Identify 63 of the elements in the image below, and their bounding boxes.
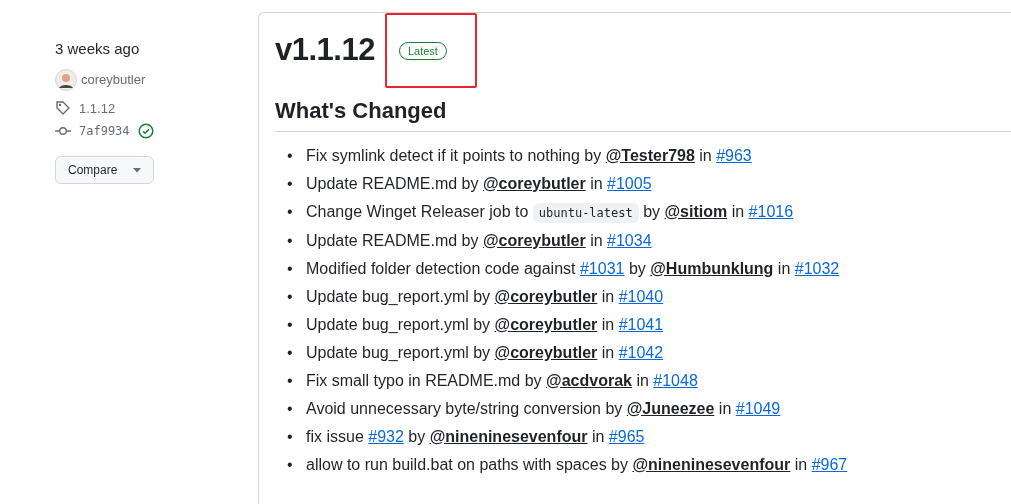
change-item: fix issue #932 by @nineninesevenfour in #965 <box>306 426 645 447</box>
pull-request-link[interactable]: #967 <box>811 455 848 473</box>
user-link[interactable]: @coreybutler <box>494 287 598 305</box>
release-title: v1.1.12 <box>275 31 375 69</box>
compare-button[interactable]: Compare <box>55 156 155 184</box>
commit-link[interactable]: 7af9934 <box>79 122 130 140</box>
bullet: • <box>287 426 294 447</box>
pull-request-link[interactable]: #1034 <box>607 231 652 249</box>
tag-icon <box>55 100 71 117</box>
bullet: • <box>287 314 294 335</box>
user-link[interactable]: @acdvorak <box>546 371 632 389</box>
bullet: • <box>287 258 294 279</box>
user-link[interactable]: @nineninesevenfour <box>632 455 791 473</box>
change-item: Fix small typo in README.md by @acdvorak in #1048 <box>306 370 698 391</box>
user-link[interactable]: @coreybutler <box>494 315 598 333</box>
bullet: • <box>287 370 294 391</box>
avatar[interactable] <box>55 68 77 91</box>
bullet: • <box>287 201 294 222</box>
pull-request-link[interactable]: #965 <box>608 427 645 445</box>
user-link[interactable]: @Humbunklung <box>650 259 774 277</box>
bullet: • <box>287 173 294 194</box>
change-item: Modified folder detection code against #1031 by @Humbunklung in #1032 <box>306 258 840 279</box>
section-heading: What's Changed <box>275 98 1011 132</box>
inline-code: ubuntu-latest <box>532 202 639 223</box>
author-link[interactable]: coreybutler <box>81 69 146 90</box>
change-item: Change Winget Releaser job to ubuntu-latest by @sitiom in #1016 <box>306 197 794 227</box>
change-item: Update README.md by @coreybutler in #1034 <box>306 230 652 251</box>
bullet: • <box>287 342 294 363</box>
bullet: • <box>287 145 294 166</box>
user-link[interactable]: @coreybutler <box>482 174 586 192</box>
user-link[interactable]: @coreybutler <box>482 231 586 249</box>
change-item: Update bug_report.yml by @coreybutler in #1042 <box>306 342 664 363</box>
verified-icon[interactable] <box>137 123 154 139</box>
bullet: • <box>287 286 294 307</box>
change-item: Update README.md by @coreybutler in #1005 <box>306 173 652 194</box>
caret-icon <box>133 167 142 173</box>
pull-request-link[interactable]: #1041 <box>618 315 664 333</box>
release-date: 3 weeks ago <box>55 39 141 59</box>
pull-request-link[interactable]: #1016 <box>748 202 794 220</box>
change-item: Avoid unnecessary byte/string conversion by @Juneezee in #1049 <box>306 398 781 419</box>
pull-request-link[interactable]: #1032 <box>794 259 840 277</box>
pull-request-link[interactable]: #932 <box>368 427 404 445</box>
bullet: • <box>287 398 294 419</box>
user-link[interactable]: @sitiom <box>664 202 728 220</box>
change-item: allow to run build.bat on paths with spaces by @nineninesevenfour in #967 <box>306 454 848 475</box>
bullet: • <box>287 454 294 475</box>
user-link[interactable]: @Juneezee <box>626 399 715 417</box>
tag-link[interactable]: 1.1.12 <box>79 98 116 118</box>
bullet: • <box>287 230 294 251</box>
pull-request-link[interactable]: #1031 <box>579 259 625 277</box>
commit-icon <box>55 126 71 136</box>
pull-request-link[interactable]: #1005 <box>607 174 652 192</box>
user-link[interactable]: @nineninesevenfour <box>429 427 588 445</box>
pull-request-link[interactable]: #963 <box>716 146 752 164</box>
change-item: Fix symlink detect if it points to nothing by @Tester798 in #963 <box>306 145 752 166</box>
user-link[interactable]: @coreybutler <box>494 343 598 361</box>
pull-request-link[interactable]: #1042 <box>618 343 664 361</box>
pull-request-link[interactable]: #1040 <box>618 287 664 305</box>
pull-request-link[interactable]: #1049 <box>735 399 781 417</box>
pull-request-link[interactable]: #1048 <box>653 371 698 389</box>
change-item: Update bug_report.yml by @coreybutler in #1040 <box>306 286 664 307</box>
change-item: Update bug_report.yml by @coreybutler in #1041 <box>306 314 664 335</box>
user-link[interactable]: @Tester798 <box>605 146 695 164</box>
